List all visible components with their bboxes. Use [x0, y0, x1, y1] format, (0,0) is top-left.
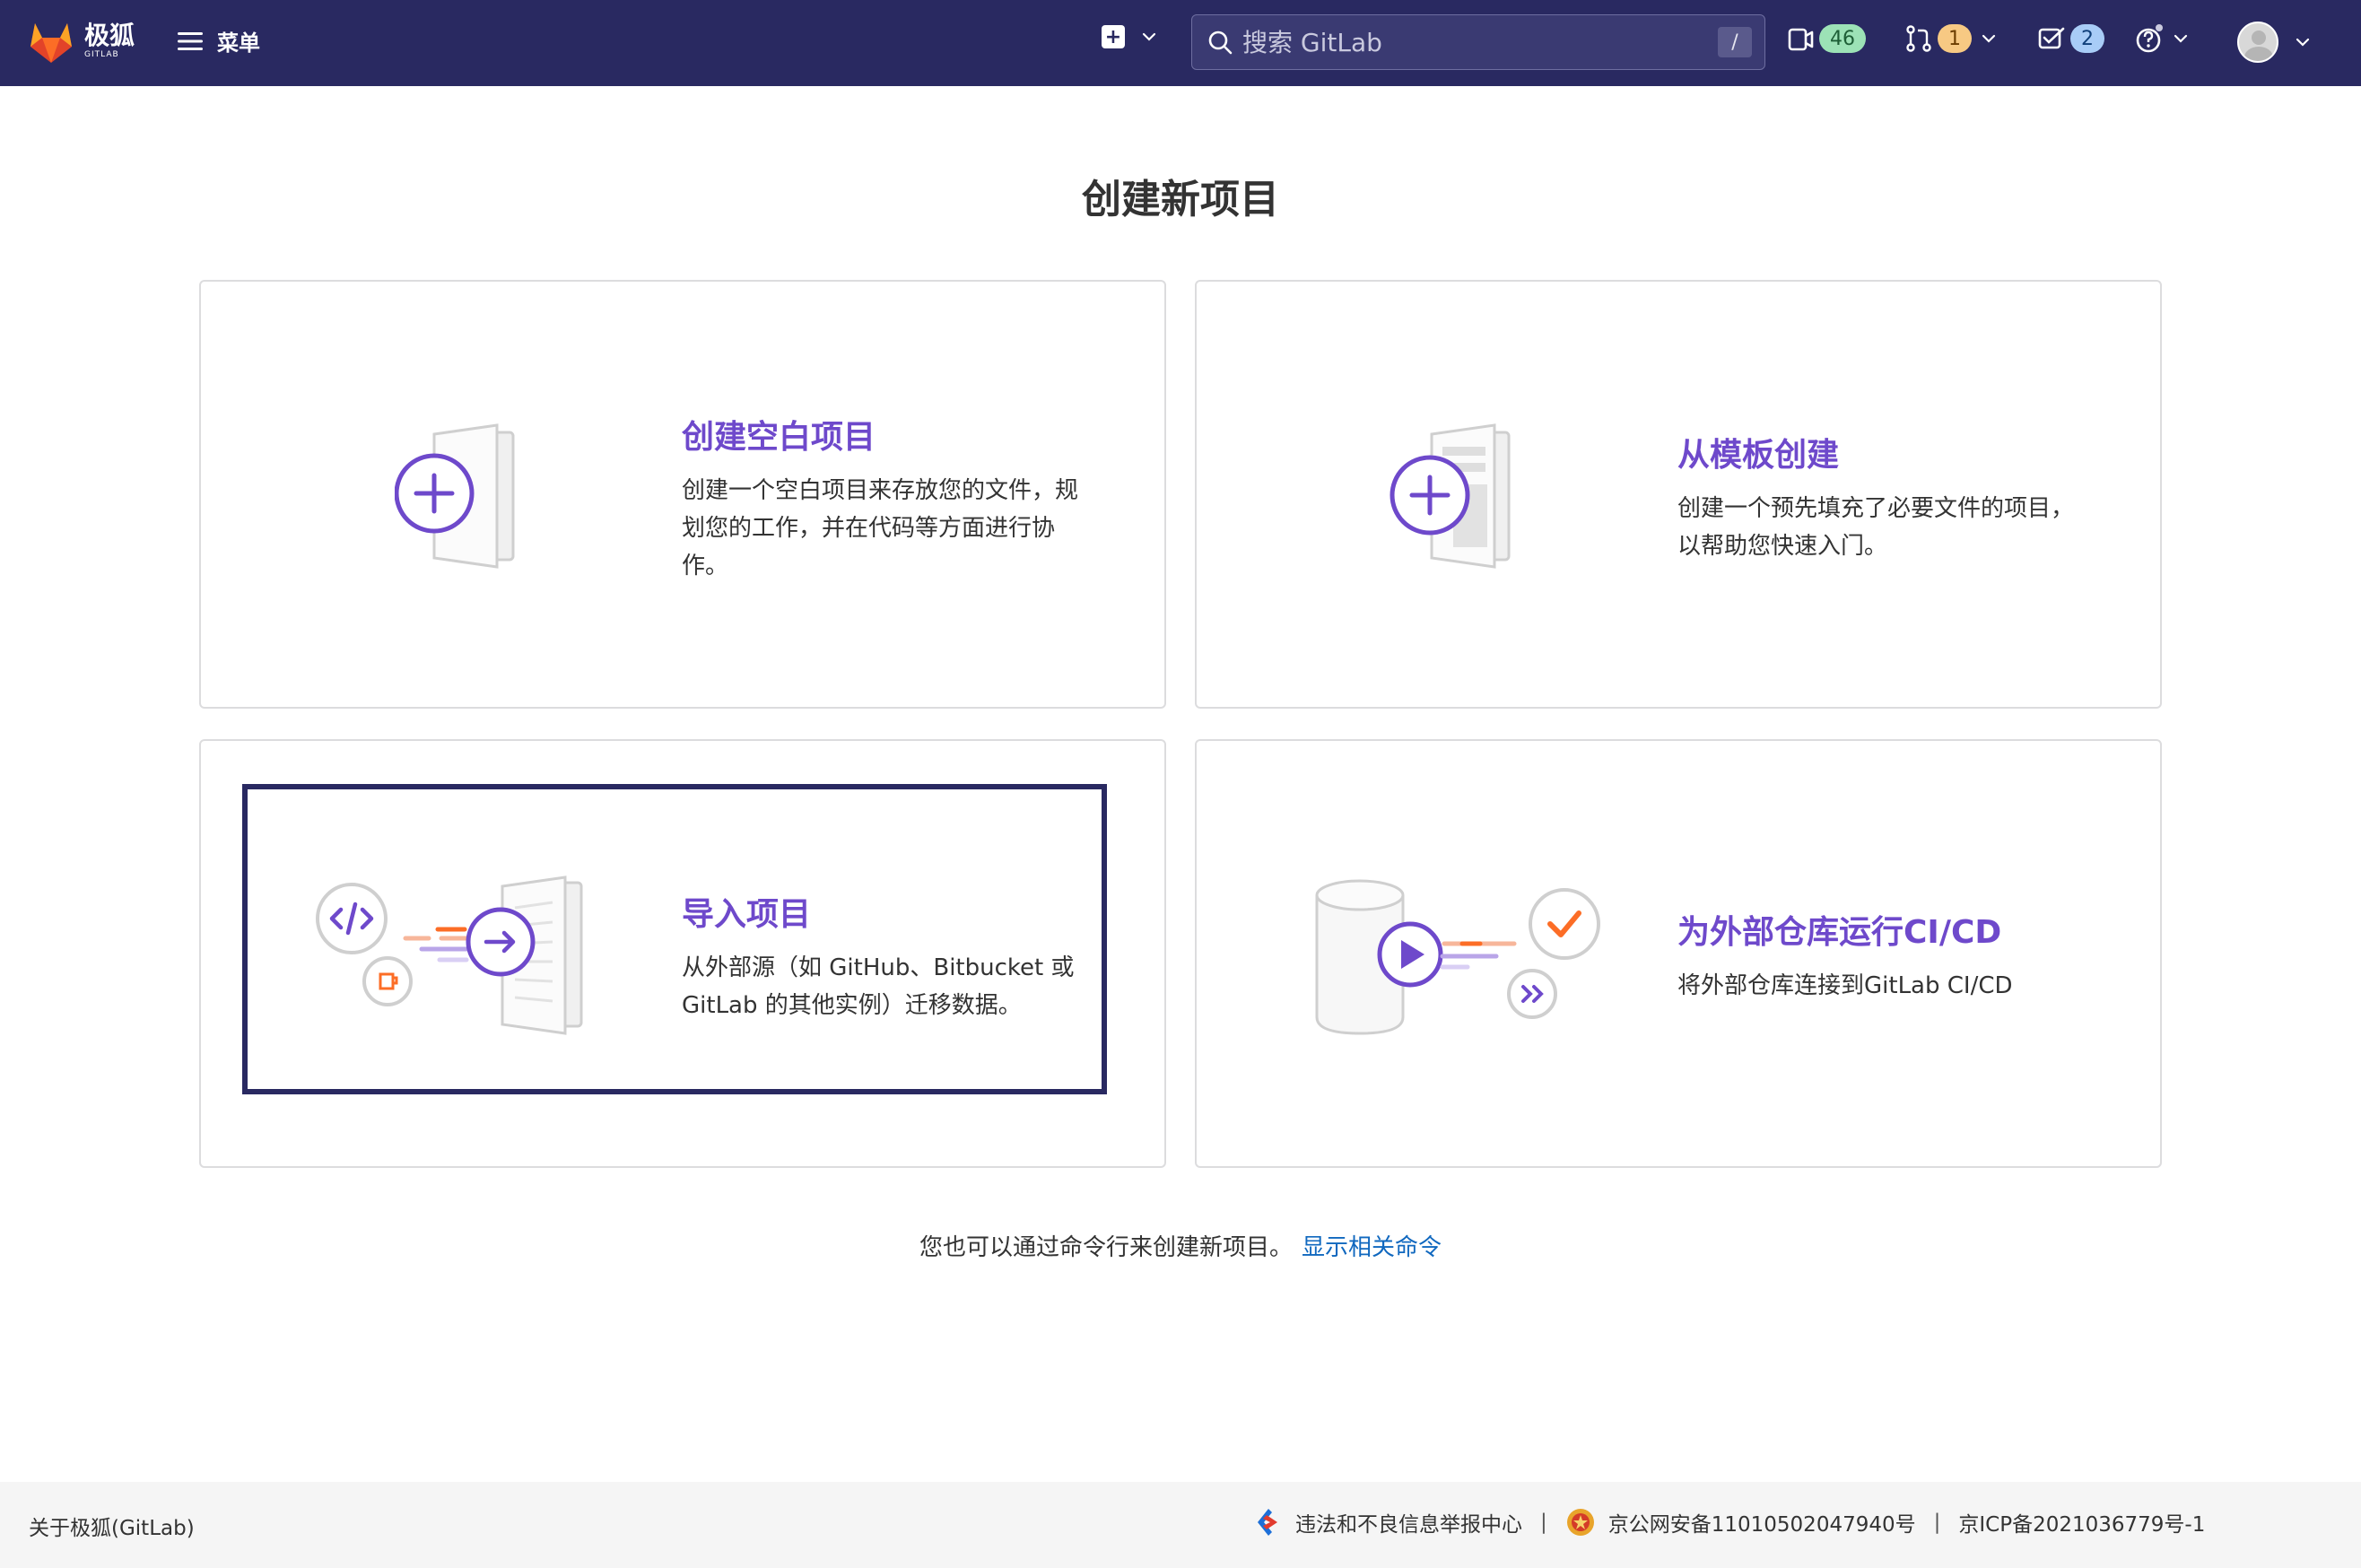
- merge-request-icon: [1906, 25, 1931, 52]
- show-commands-link[interactable]: 显示相关命令: [1302, 1234, 1442, 1261]
- card-title: 导入项目: [682, 896, 812, 933]
- help-question-icon: [2136, 24, 2163, 53]
- cicd-illustration-icon: [1315, 879, 1600, 1035]
- create-blank-project-card[interactable]: 创建空白项目 创建一个空白项目来存放您的文件，规划您的工作，并在代码等方面进行协…: [199, 280, 1166, 709]
- help-dropdown[interactable]: [2135, 23, 2189, 54]
- page-title: 创建新项目: [1082, 177, 1279, 222]
- main-menu-button[interactable]: 菜单: [176, 25, 260, 57]
- card-title: 从模板创建: [1677, 437, 1840, 474]
- card-description: 创建一个预先填充了必要文件的项目，以帮助您快速入门。: [1677, 495, 2075, 560]
- search-shortcut-hint: /: [1718, 27, 1752, 57]
- issues-count-badge: 46: [1819, 24, 1866, 53]
- brand-subtitle: GITLAB: [84, 50, 119, 59]
- top-navbar: 极狐 GITLAB 菜单 + / 46: [0, 0, 2361, 86]
- blank-project-illustration-icon: [395, 423, 515, 569]
- chevron-down-icon: [1982, 34, 1996, 43]
- merge-requests-button[interactable]: 1: [1904, 23, 1997, 54]
- chevron-down-icon: [2296, 38, 2310, 47]
- new-item-dropdown[interactable]: +: [1102, 25, 1157, 48]
- issues-icon: [1788, 28, 1814, 51]
- search-icon: [1208, 30, 1233, 55]
- search-input[interactable]: [1241, 26, 1718, 58]
- card-title: 创建空白项目: [682, 419, 876, 456]
- import-project-card[interactable]: 导入项目 从外部源（如 GitHub、Bitbucket 或 GitLab 的其…: [199, 739, 1166, 1168]
- merge-requests-count-badge: 1: [1938, 24, 1972, 53]
- report-center-link[interactable]: 违法和不良信息举报中心: [1295, 1507, 1522, 1538]
- brand-logo[interactable]: 极狐 GITLAB: [27, 18, 135, 65]
- report-center-icon: [1258, 1509, 1277, 1536]
- search-bar[interactable]: /: [1191, 14, 1765, 70]
- todos-count-badge: 2: [2070, 24, 2104, 53]
- hamburger-icon: [178, 31, 203, 50]
- issues-button[interactable]: 46: [1785, 23, 1866, 54]
- user-avatar: [2237, 22, 2278, 63]
- cli-hint-text: 您也可以通过命令行来创建新项目。: [919, 1234, 1293, 1261]
- footer-separator: |: [1540, 1511, 1547, 1534]
- create-from-template-card[interactable]: 从模板创建 创建一个预先填充了必要文件的项目，以帮助您快速入门。: [1195, 280, 2162, 709]
- gitlab-fox-icon: [30, 23, 72, 63]
- main-menu-label: 菜单: [217, 30, 260, 56]
- about-link[interactable]: 关于极狐(GitLab): [29, 1511, 195, 1541]
- footer-separator: |: [1933, 1511, 1941, 1534]
- cli-hint: 您也可以通过命令行来创建新项目。 显示相关命令: [0, 1229, 2361, 1262]
- police-record-link[interactable]: 京公网安备11010502047940号: [1608, 1507, 1916, 1538]
- todos-button[interactable]: 2: [2036, 23, 2104, 54]
- plus-square-icon: +: [1102, 25, 1125, 48]
- police-badge-icon: [1566, 1509, 1594, 1536]
- icp-record-link[interactable]: 京ICP备2021036779号-1: [1958, 1507, 2205, 1538]
- todo-checkbox-icon: [2038, 27, 2065, 49]
- card-description: 创建一个空白项目来存放您的文件，规划您的工作，并在代码等方面进行协作。: [682, 477, 1079, 579]
- chevron-down-icon: [1142, 32, 1156, 41]
- run-cicd-external-repo-card[interactable]: 为外部仓库运行CI/CD 将外部仓库连接到GitLab CI/CD: [1195, 739, 2162, 1168]
- user-menu-dropdown[interactable]: [2237, 22, 2311, 63]
- card-title: 为外部仓库运行CI/CD: [1677, 914, 2002, 951]
- card-description: 将外部仓库连接到GitLab CI/CD: [1677, 972, 2013, 999]
- page-footer: 关于极狐(GitLab) 违法和不良信息举报中心 | 京公网安备11010502…: [0, 1482, 2361, 1568]
- brand-name: 极狐: [84, 21, 135, 50]
- chevron-down-icon: [2174, 34, 2188, 43]
- import-illustration-icon: [316, 875, 583, 1035]
- template-illustration-icon: [1390, 423, 1511, 569]
- card-description: 从外部源（如 GitHub、Bitbucket 或 GitLab 的其他实例）迁…: [682, 954, 1075, 1019]
